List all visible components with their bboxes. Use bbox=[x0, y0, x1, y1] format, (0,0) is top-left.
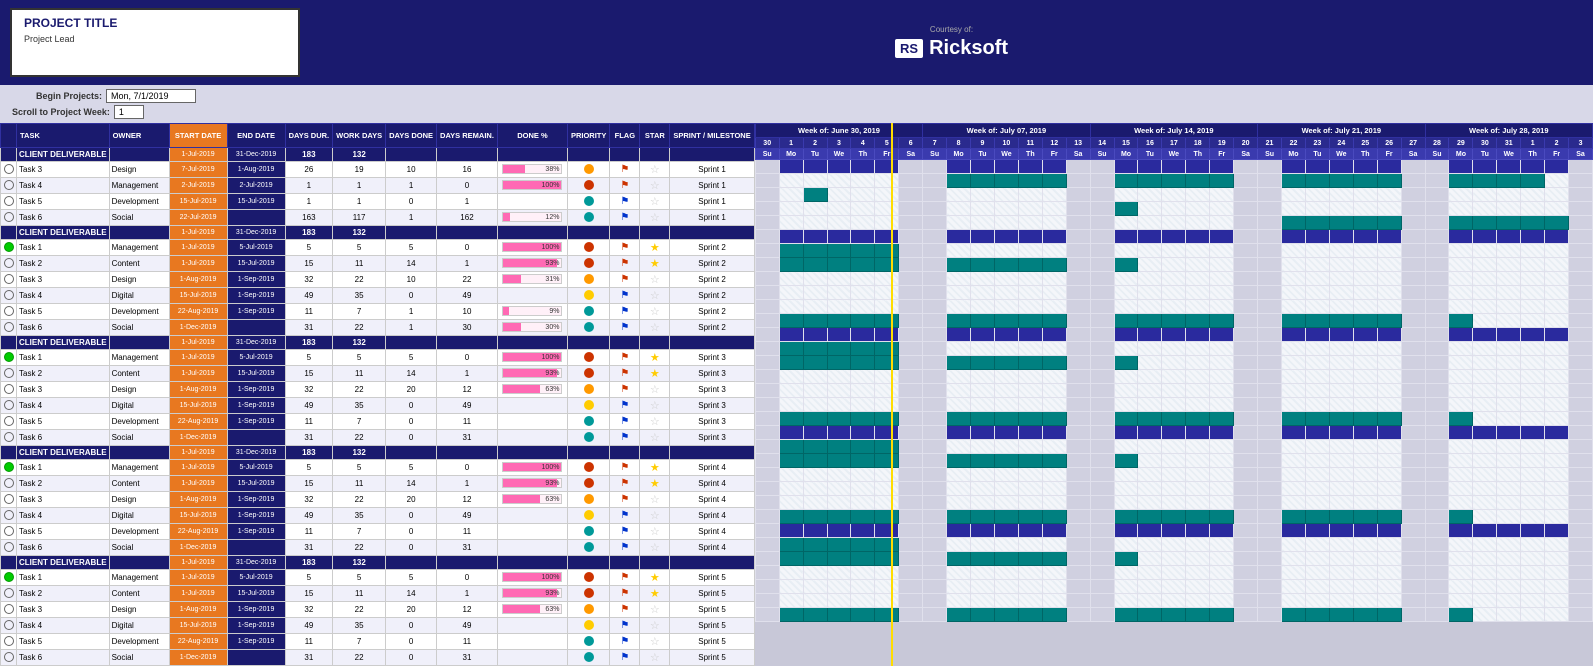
start-col-header: START DATE bbox=[169, 124, 227, 148]
pct-col-header: DONE % bbox=[497, 124, 567, 148]
scroll-input[interactable] bbox=[114, 105, 144, 119]
rs-logo-box: RS bbox=[895, 39, 923, 58]
duration-col-header: DAYS DUR. bbox=[285, 124, 333, 148]
section-header-row: CLIENT DELIVERABLE 1-Jul-2019 31-Dec-201… bbox=[1, 336, 755, 350]
task-col-header: TASK bbox=[17, 124, 110, 148]
done-col-header: DAYS DONE bbox=[386, 124, 437, 148]
section-header-row: CLIENT DELIVERABLE 1-Jul-2019 31-Dec-201… bbox=[1, 556, 755, 570]
task-row: Task 3 Design 1-Aug-2019 1-Sep-2019 32 2… bbox=[1, 602, 755, 618]
app-container: PROJECT TITLE Project Lead Courtesy of: … bbox=[0, 0, 1593, 666]
project-title: PROJECT TITLE bbox=[24, 16, 286, 30]
task-row: Task 1 Management 1-Jul-2019 5-Jul-2019 … bbox=[1, 350, 755, 366]
task-row: Task 5 Development 15-Jul-2019 15-Jul-20… bbox=[1, 194, 755, 210]
task-row: Task 6 Social 1-Dec-2019 31 22 0 31 ⚑ ☆ … bbox=[1, 540, 755, 556]
task-row: Task 2 Content 1-Jul-2019 15-Jul-2019 15… bbox=[1, 586, 755, 602]
task-row: Task 3 Design 1-Aug-2019 1-Sep-2019 32 2… bbox=[1, 382, 755, 398]
task-row: Task 6 Social 1-Dec-2019 31 22 1 30 30% … bbox=[1, 320, 755, 336]
task-row: Task 5 Development 22-Aug-2019 1-Sep-201… bbox=[1, 634, 755, 650]
section-header-row: CLIENT DELIVERABLE 1-Jul-2019 31-Dec-201… bbox=[1, 446, 755, 460]
task-row: Task 3 Design 7-Jul-2019 1-Aug-2019 26 1… bbox=[1, 162, 755, 178]
priority-col-header: PRIORITY bbox=[567, 124, 609, 148]
task-row: Task 5 Development 22-Aug-2019 1-Sep-201… bbox=[1, 524, 755, 540]
task-row: Task 6 Social 1-Dec-2019 31 22 0 31 ⚑ ☆ … bbox=[1, 650, 755, 666]
task-row: Task 4 Digital 15-Jul-2019 1-Sep-2019 49… bbox=[1, 398, 755, 414]
end-col-header: END DATE bbox=[227, 124, 285, 148]
brand-name: Ricksoft bbox=[929, 37, 1008, 60]
courtesy-label: Courtesy of: bbox=[930, 25, 973, 34]
task-row: Task 1 Management 1-Jul-2019 5-Jul-2019 … bbox=[1, 570, 755, 586]
task-row: Task 2 Content 1-Jul-2019 15-Jul-2019 15… bbox=[1, 476, 755, 492]
section-header-row: CLIENT DELIVERABLE 1-Jul-2019 31-Dec-201… bbox=[1, 148, 755, 162]
begin-projects-input[interactable] bbox=[106, 89, 196, 103]
task-row: Task 4 Digital 15-Jul-2019 1-Sep-2019 49… bbox=[1, 508, 755, 524]
task-row: Task 4 Digital 15-Jul-2019 1-Sep-2019 49… bbox=[1, 288, 755, 304]
begin-projects-label: Begin Projects: bbox=[12, 91, 102, 101]
task-row: Task 6 Social 1-Dec-2019 31 22 0 31 ⚑ ☆ … bbox=[1, 430, 755, 446]
section-header-row: CLIENT DELIVERABLE 1-Jul-2019 31-Dec-201… bbox=[1, 226, 755, 240]
workdays-col-header: WORK DAYS bbox=[333, 124, 386, 148]
sprint-col-header: SPRINT / MILESTONE bbox=[670, 124, 754, 148]
task-row: Task 1 Management 1-Jul-2019 5-Jul-2019 … bbox=[1, 240, 755, 256]
star-col-header: STAR bbox=[640, 124, 670, 148]
task-row: Task 4 Management 2-Jul-2019 2-Jul-2019 … bbox=[1, 178, 755, 194]
task-row: Task 2 Content 1-Jul-2019 15-Jul-2019 15… bbox=[1, 366, 755, 382]
task-row: Task 1 Management 1-Jul-2019 5-Jul-2019 … bbox=[1, 460, 755, 476]
project-lead: Project Lead bbox=[24, 34, 286, 44]
status-col-header bbox=[1, 124, 17, 148]
task-row: Task 6 Social 22-Jul-2019 163 117 1 162 … bbox=[1, 210, 755, 226]
owner-col-header: OWNER bbox=[109, 124, 169, 148]
remaining-col-header: DAYS REMAIN. bbox=[437, 124, 498, 148]
task-row: Task 5 Development 22-Aug-2019 1-Sep-201… bbox=[1, 414, 755, 430]
task-row: Task 4 Digital 15-Jul-2019 1-Sep-2019 49… bbox=[1, 618, 755, 634]
task-row: Task 2 Content 1-Jul-2019 15-Jul-2019 15… bbox=[1, 256, 755, 272]
scroll-label: Scroll to Project Week: bbox=[12, 107, 110, 117]
column-header-row: TASK OWNER START DATE END DATE DAYS DUR.… bbox=[1, 124, 755, 148]
task-row: Task 3 Design 1-Aug-2019 1-Sep-2019 32 2… bbox=[1, 492, 755, 508]
flag-col-header: FLAG bbox=[610, 124, 640, 148]
task-row: Task 5 Development 22-Aug-2019 1-Sep-201… bbox=[1, 304, 755, 320]
task-row: Task 3 Design 1-Aug-2019 1-Sep-2019 32 2… bbox=[1, 272, 755, 288]
